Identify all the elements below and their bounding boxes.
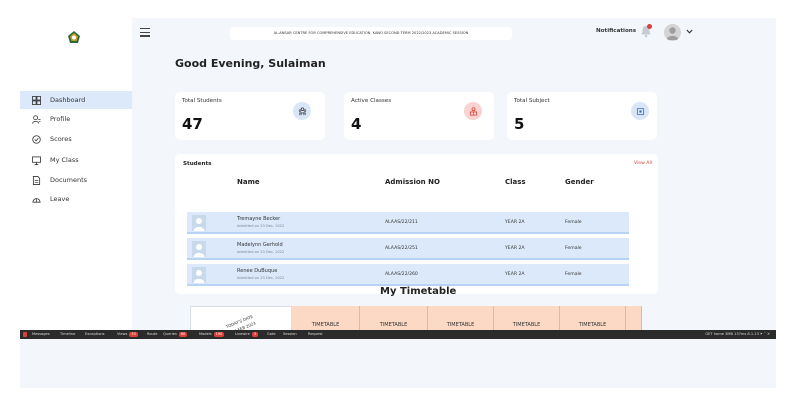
students-title: Students <box>183 161 212 167</box>
card-value: 5 <box>514 115 525 133</box>
column-header-class: Class <box>505 178 526 186</box>
student-name: Madelynn Gerhold <box>237 242 283 248</box>
debug-tab-request[interactable]: Request <box>308 332 323 336</box>
student-gender: Female <box>565 220 582 225</box>
debug-badge: 190 <box>213 332 225 337</box>
debug-tab-views[interactable]: Views 33 <box>117 332 138 337</box>
sidebar-item-label: Documents <box>50 176 88 184</box>
admission-number: ALAAS/22/211 <box>385 220 418 225</box>
page-title: Good Evening, Sulaiman <box>175 57 326 70</box>
student-gender: Female <box>565 272 582 277</box>
student-name: Renee DuBuque <box>237 268 278 274</box>
debug-tab-label: Livewire <box>235 332 250 336</box>
sidebar-item-label: My Class <box>50 156 79 164</box>
school-logo <box>68 31 80 43</box>
students-panel: Students View All Name Admission NO Clas… <box>175 154 658 294</box>
sidebar-item-profile[interactable]: Profile <box>20 110 132 128</box>
sidebar: Dashboard Profile Scores My Class Docume… <box>20 18 132 330</box>
debug-tab-label: Models <box>199 332 212 336</box>
debug-tab-label: Queries <box>163 332 177 336</box>
table-row[interactable]: Renee DuBuque Admitted on 23 Dec, 2022 A… <box>187 264 629 286</box>
debug-tab-queries[interactable]: Queries 60 <box>163 332 188 337</box>
chevron-down-icon[interactable] <box>686 29 693 34</box>
debug-status: GET home 3MB 137ms 8.1.13 ⯈ ˄ ✕ <box>705 332 770 336</box>
debug-badge: 33 <box>129 332 138 337</box>
debug-tab-session[interactable]: Session <box>283 332 297 336</box>
school-session-banner: AL-ANSAR CENTRE FOR COMPREHENSIVE EDUCAT… <box>230 27 512 40</box>
view-all-link[interactable]: View All <box>634 161 652 166</box>
class-icon <box>32 155 41 165</box>
student-class: YEAR 2A <box>505 220 525 225</box>
column-header-gender: Gender <box>565 178 594 186</box>
menu-toggle-icon[interactable] <box>140 28 150 37</box>
column-header-admission: Admission NO <box>385 178 440 186</box>
column-header-name: Name <box>237 178 260 186</box>
student-name: Tremayne Becker <box>237 216 281 222</box>
notification-dot <box>647 24 652 29</box>
leave-icon <box>32 195 41 204</box>
app-frame: Dashboard Profile Scores My Class Docume… <box>20 18 776 388</box>
profile-icon <box>32 114 41 124</box>
sidebar-item-label: Dashboard <box>50 96 86 104</box>
table-row[interactable]: Tremayne Becker Admitted on 23 Dec, 2022… <box>187 212 629 234</box>
total-students-card: Total Students 47 <box>175 92 325 140</box>
debug-tab-livewire[interactable]: Livewire 3 <box>235 332 259 337</box>
debug-tab-exceptions[interactable]: Exceptions <box>85 332 105 336</box>
debug-badge: 60 <box>178 332 188 337</box>
scores-icon <box>32 134 41 144</box>
student-avatar-icon <box>191 215 206 231</box>
debug-tab-timeline[interactable]: Timeline <box>60 332 75 336</box>
active-classes-card: Active Classes 4 <box>344 92 494 140</box>
total-subject-card: Total Subject 5 <box>507 92 657 140</box>
sidebar-item-label: Profile <box>50 115 71 123</box>
debug-tab-messages[interactable]: Messages <box>32 332 50 336</box>
dashboard-icon <box>32 95 41 105</box>
student-avatar-icon <box>191 267 206 283</box>
sidebar-item-dashboard[interactable]: Dashboard <box>20 91 132 109</box>
students-icon <box>293 102 311 120</box>
sidebar-item-my-class[interactable]: My Class <box>20 151 132 169</box>
debugbar-logo-icon[interactable] <box>23 332 27 337</box>
card-label: Active Classes <box>351 98 392 104</box>
debug-tab-gate[interactable]: Gate <box>267 332 276 336</box>
admitted-date: Admitted on 23 Dec, 2022 <box>237 224 285 228</box>
table-row[interactable]: Madelynn Gerhold Admitted on 23 Dec, 202… <box>187 238 629 260</box>
debug-tab-route[interactable]: Route <box>147 332 157 336</box>
card-value: 4 <box>351 115 362 133</box>
collapse-icon[interactable]: ⯈ ˄ ✕ <box>760 332 770 336</box>
debug-tab-label: Views <box>117 332 128 336</box>
timetable-title: My Timetable <box>380 286 457 297</box>
admitted-date: Admitted on 23 Dec, 2022 <box>237 250 285 254</box>
card-label: Total Subject <box>514 98 550 104</box>
debug-bar: Messages Timeline Exceptions Views 33 Rou… <box>20 330 776 339</box>
sidebar-item-label: Leave <box>50 195 70 203</box>
student-gender: Female <box>565 246 582 251</box>
debug-tab-models[interactable]: Models 190 <box>199 332 225 337</box>
student-class: YEAR 2A <box>505 246 525 251</box>
sidebar-item-label: Scores <box>50 135 72 143</box>
classes-icon <box>464 102 482 120</box>
documents-icon <box>32 175 41 185</box>
sidebar-item-leave[interactable]: Leave <box>20 190 132 208</box>
debug-badge: 3 <box>251 332 259 337</box>
admission-number: ALAAS/22/251 <box>385 246 418 251</box>
card-value: 47 <box>182 115 203 133</box>
student-avatar-icon <box>191 241 206 257</box>
debug-status-text: GET home 3MB 137ms 8.1.13 <box>705 332 759 336</box>
subject-icon <box>631 102 649 120</box>
sidebar-item-scores[interactable]: Scores <box>20 130 132 148</box>
admission-number: ALAAS/22/260 <box>385 272 418 277</box>
student-class: YEAR 2A <box>505 272 525 277</box>
avatar[interactable] <box>664 24 681 41</box>
card-label: Total Students <box>182 98 222 104</box>
admitted-date: Admitted on 23 Dec, 2022 <box>237 276 285 280</box>
notifications-label[interactable]: Notifications <box>596 28 636 34</box>
sidebar-item-documents[interactable]: Documents <box>20 171 132 189</box>
